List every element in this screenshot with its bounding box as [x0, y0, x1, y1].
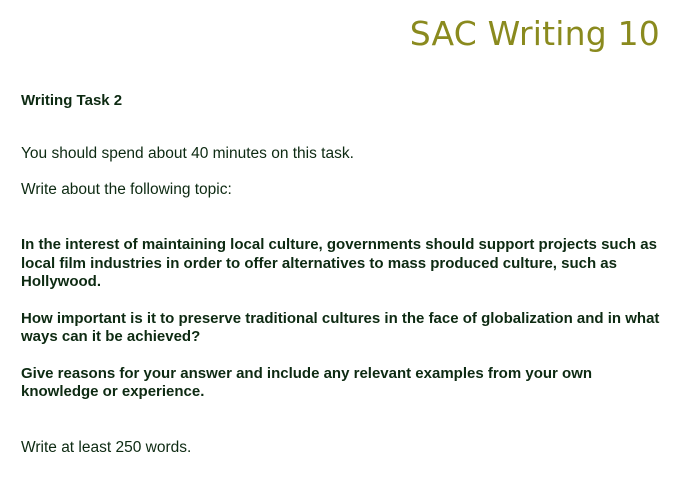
document-title: SAC Writing 10 [409, 14, 660, 53]
document-page: { "header": { "title": "SAC Writing 10" … [0, 0, 684, 483]
task-content: Writing Task 2 You should spend about 40… [21, 92, 666, 457]
task-prompt-statement: In the interest of maintaining local cul… [21, 236, 657, 290]
task-heading: Writing Task 2 [21, 92, 123, 109]
time-instruction: You should spend about 40 minutes on thi… [21, 145, 354, 162]
task-prompt-reasons: Give reasons for your answer and include… [21, 364, 593, 401]
topic-intro: Write about the following topic: [21, 181, 232, 198]
task-prompt-question: How important is it to preserve traditio… [21, 309, 660, 346]
word-count-instruction: Write at least 250 words. [21, 438, 192, 456]
